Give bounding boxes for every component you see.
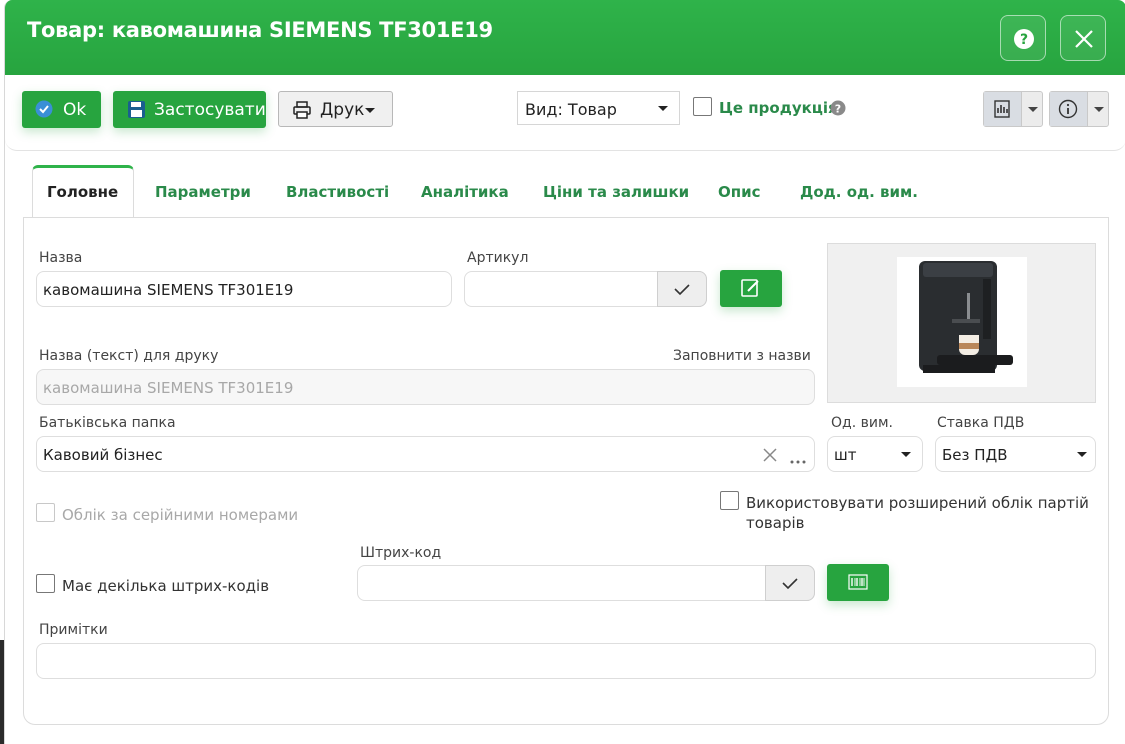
close-button[interactable] <box>1060 15 1106 61</box>
tab-extra-units[interactable]: Дод. од. вим. <box>800 183 918 201</box>
generate-barcode-button[interactable] <box>827 564 889 601</box>
parent-folder-input[interactable]: Кавовий бізнес <box>36 436 815 472</box>
svg-text:?: ? <box>1020 32 1028 48</box>
ok-button[interactable]: Ok <box>22 91 101 128</box>
unit-select[interactable]: шт <box>827 436 923 472</box>
report-icon <box>994 100 1010 118</box>
print-name-input: кавомашина SIEMENS TF301E19 <box>36 369 815 405</box>
serial-numbers-checkbox <box>36 503 55 522</box>
chevron-down-icon <box>658 106 668 111</box>
fill-from-name-link[interactable]: Заповнити з назви <box>673 348 811 364</box>
save-icon <box>128 101 145 118</box>
vat-select[interactable]: Без ПДВ <box>935 436 1096 472</box>
barcode-input[interactable] <box>357 565 815 601</box>
tab-parameters[interactable]: Параметри <box>155 183 251 201</box>
chevron-down-icon <box>1077 452 1087 457</box>
edit-icon <box>741 279 759 297</box>
question-circle-icon: ? <box>1014 29 1034 49</box>
name-input[interactable]: кавомашина SIEMENS TF301E19 <box>36 271 452 307</box>
svg-text:?: ? <box>835 103 841 116</box>
chevron-down-icon <box>365 108 375 113</box>
check-icon <box>674 284 690 296</box>
dialog-toolbar: Ok Застосувати Друк Вид: Товар Це продук <box>5 75 1125 151</box>
serial-numbers-label: Облік за серійними номерами <box>62 506 299 524</box>
is-product-label: Це продукція <box>719 99 838 117</box>
notes-label: Примітки <box>39 622 108 638</box>
report-menu-button[interactable] <box>983 91 1043 127</box>
dialog-title: Товар: кавомашина SIEMENS TF301E19 <box>27 18 493 42</box>
apply-button[interactable]: Застосувати <box>113 91 266 128</box>
product-image-frame[interactable] <box>827 243 1096 403</box>
is-product-checkbox[interactable] <box>693 97 712 116</box>
dialog-header: Товар: кавомашина SIEMENS TF301E19 ? <box>5 0 1125 75</box>
parent-folder-label: Батьківська папка <box>39 415 176 431</box>
barcode-icon <box>848 574 868 590</box>
multiple-barcodes-label: Має декілька штрих-кодів <box>62 577 270 595</box>
barcode-label: Штрих-код <box>360 545 442 561</box>
tab-description[interactable]: Опис <box>718 183 761 201</box>
multiple-barcodes-checkbox[interactable] <box>36 574 55 593</box>
vat-label: Ставка ПДВ <box>937 415 1025 431</box>
batch-accounting-checkbox[interactable] <box>720 491 739 510</box>
info-menu-button[interactable] <box>1049 91 1109 127</box>
clear-icon[interactable] <box>761 446 779 464</box>
info-icon <box>1058 99 1078 119</box>
barcode-confirm-button[interactable] <box>765 565 815 601</box>
tab-main[interactable]: Головне <box>47 183 118 201</box>
coffee-machine-image <box>897 257 1027 387</box>
sku-confirm-button[interactable] <box>657 271 707 307</box>
product-dialog: Товар: кавомашина SIEMENS TF301E19 ? Ok <box>4 0 1125 744</box>
print-button[interactable]: Друк <box>278 91 393 127</box>
chevron-down-icon <box>1094 107 1104 112</box>
chevron-down-icon <box>901 452 911 457</box>
batch-accounting-label: Використовувати розширений облік партій <box>746 494 1089 512</box>
sku-label: Артикул <box>467 250 529 266</box>
view-select[interactable]: Вид: Товар <box>517 91 680 125</box>
name-label: Назва <box>39 250 83 266</box>
printer-icon <box>293 101 311 119</box>
check-circle-icon <box>35 100 53 118</box>
background-edge <box>0 640 4 744</box>
unit-label: Од. вим. <box>831 415 893 431</box>
tab-analytics[interactable]: Аналітика <box>421 183 509 201</box>
tab-properties[interactable]: Властивості <box>286 183 389 201</box>
batch-accounting-label-cont: товарів <box>746 514 805 532</box>
notes-input[interactable] <box>36 643 1096 679</box>
check-icon <box>782 578 798 590</box>
edit-sku-button[interactable] <box>720 270 782 307</box>
close-icon <box>1075 30 1093 48</box>
sku-input[interactable] <box>464 271 707 307</box>
chevron-down-icon <box>1028 107 1038 112</box>
tab-prices-stock[interactable]: Ціни та залишки <box>543 183 689 201</box>
help-button[interactable]: ? <box>1000 15 1046 61</box>
more-options-icon[interactable] <box>789 457 809 467</box>
print-name-label: Назва (текст) для друку <box>39 348 219 364</box>
question-circle-icon[interactable]: ? <box>830 100 846 116</box>
